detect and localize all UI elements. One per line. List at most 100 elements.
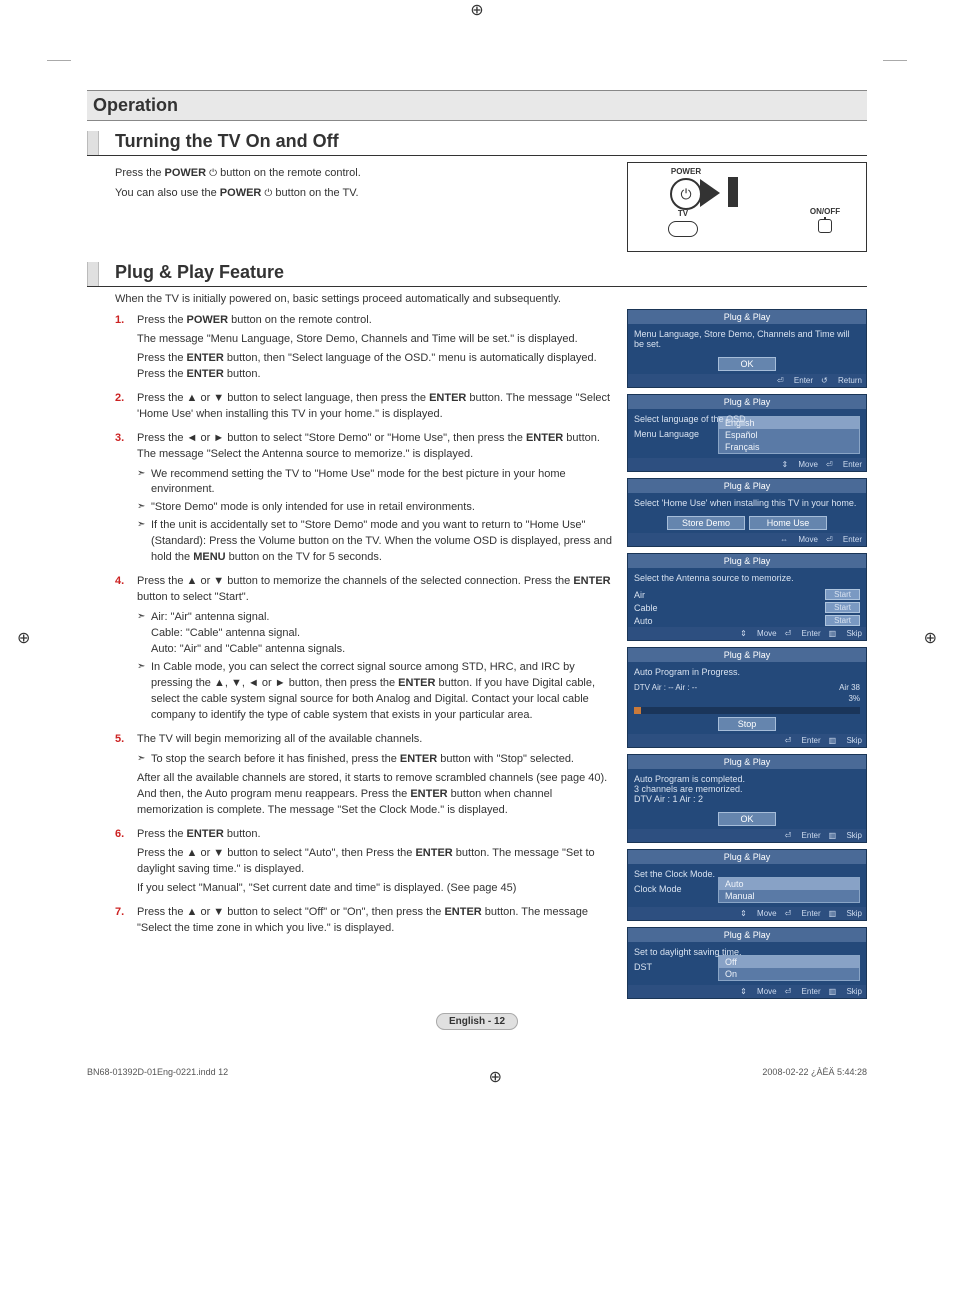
remote-power-label: POWER xyxy=(656,167,716,176)
step-line: Press the ▲ or ▼ button to select "Auto"… xyxy=(137,846,615,878)
plugplay-intro: When the TV is initially powered on, bas… xyxy=(115,293,867,305)
step-number: 6. xyxy=(115,827,124,843)
step-line: Press the ◄ or ► button to select "Store… xyxy=(137,431,615,463)
heading-plug-play: Plug & Play Feature xyxy=(87,262,867,287)
onoff-button-icon xyxy=(818,219,832,233)
osd-skip: ▥ Skip xyxy=(829,831,862,840)
osd-enter: ⏎ Enter xyxy=(785,831,821,840)
arrow-item: To stop the search before it has finishe… xyxy=(137,752,615,768)
remote-bar-icon xyxy=(728,177,738,207)
page-content: ⊕ ⊕ Operation Turning the TV On and Off … xyxy=(87,48,867,1087)
osd-title: Plug & Play xyxy=(628,928,866,942)
step-line: Press the ENTER button. xyxy=(137,827,615,843)
start-button[interactable]: Start xyxy=(825,615,860,626)
arrow-item: "Store Demo" mode is only intended for u… xyxy=(137,500,615,516)
osd-progress: Plug & Play Auto Program in Progress. DT… xyxy=(627,647,867,748)
step: 5. The TV will begin memorizing all of th… xyxy=(115,732,615,820)
arrow-list: Air: "Air" antenna signal.Cable: "Cable"… xyxy=(137,610,615,724)
turning-tv-body: Press the POWER ⏻ button on the remote c… xyxy=(87,162,615,252)
osd-msg: Auto Program is completed. 3 channels ar… xyxy=(628,769,866,809)
step-number: 5. xyxy=(115,732,124,748)
dst-on[interactable]: On xyxy=(719,968,859,980)
osd-move: ⇕ Move xyxy=(740,629,777,638)
remote-onoff-label: ON/OFF xyxy=(800,207,850,216)
osd-title: Plug & Play xyxy=(628,479,866,493)
dst-options[interactable]: Off On xyxy=(718,955,860,981)
step-line: Press the ENTER button, then "Select lan… xyxy=(137,351,615,383)
start-button[interactable]: Start xyxy=(825,589,860,600)
plugplay-body: 1. Press the POWER button on the remote c… xyxy=(87,309,615,999)
step-line: The message "Menu Language, Store Demo, … xyxy=(137,332,615,348)
ant-air: Air xyxy=(634,590,645,600)
osd-move: ⇔ Move xyxy=(780,535,818,544)
lang-english[interactable]: English xyxy=(719,417,859,429)
osd-return: ↺ Return xyxy=(821,376,862,385)
lang-espanol[interactable]: Español xyxy=(719,429,859,441)
ok-button[interactable]: OK xyxy=(718,812,776,826)
clock-auto[interactable]: Auto xyxy=(719,878,859,890)
language-options[interactable]: English Español Français xyxy=(718,416,860,454)
prog-pct: 3% xyxy=(848,694,860,703)
step-line: The TV will begin memorizing all of the … xyxy=(137,732,615,748)
print-crosshair-left: ⊕ xyxy=(17,628,30,648)
step: 1. Press the POWER button on the remote c… xyxy=(115,313,615,383)
ant-auto: Auto xyxy=(634,616,653,626)
print-crosshair-right: ⊕ xyxy=(924,628,937,648)
step: 7.Press the ▲ or ▼ button to select "Off… xyxy=(115,905,615,937)
arrow-item: If the unit is accidentally set to "Stor… xyxy=(137,518,615,566)
clock-options[interactable]: Auto Manual xyxy=(718,877,860,903)
step-line: Press the POWER button on the remote con… xyxy=(137,313,615,329)
lang-francais[interactable]: Français xyxy=(719,441,859,453)
osd-skip: ▥ Skip xyxy=(829,629,862,638)
arrow-item: Air: "Air" antenna signal.Cable: "Cable"… xyxy=(137,610,615,658)
step-line: Press the ▲ or ▼ button to memorize the … xyxy=(137,574,615,606)
store-demo-button[interactable]: Store Demo xyxy=(667,516,745,530)
remote-tv-label: TV xyxy=(658,209,708,218)
power-word: POWER xyxy=(165,167,207,179)
ok-button[interactable]: OK xyxy=(718,357,776,371)
step: 2.Press the ▲ or ▼ button to select lang… xyxy=(115,391,615,423)
intro-a2-post: button on the TV. xyxy=(272,187,358,199)
indd-name: BN68-01392D-01Eng-0221.indd 12 xyxy=(87,1067,228,1087)
osd-msg: Auto Program in Progress. xyxy=(628,662,866,682)
osd-move: ⇕ Move xyxy=(781,460,818,469)
osd-skip: ▥ Skip xyxy=(829,987,862,996)
step-number: 2. xyxy=(115,391,124,407)
osd-msg: Select the Antenna source to memorize. xyxy=(628,568,866,588)
step-number: 1. xyxy=(115,313,124,329)
osd-initial: Plug & Play Menu Language, Store Demo, C… xyxy=(627,309,867,388)
osd-title: Plug & Play xyxy=(628,310,866,324)
page-number-pill: English - 12 xyxy=(436,1013,518,1030)
page-footer: English - 12 xyxy=(87,1015,867,1027)
dst-off[interactable]: Off xyxy=(719,956,859,968)
step-after: After all the available channels are sto… xyxy=(137,771,615,819)
osd-enter: ⏎ Enter xyxy=(785,736,821,745)
power-icon: ⏻ xyxy=(209,168,217,179)
steps-list: 1. Press the POWER button on the remote c… xyxy=(115,313,615,937)
clock-manual[interactable]: Manual xyxy=(719,890,859,902)
osd-language: Plug & Play Select language of the OSD. … xyxy=(627,394,867,472)
osd-antenna: Plug & Play Select the Antenna source to… xyxy=(627,553,867,641)
print-meta: BN68-01392D-01Eng-0221.indd 12 ⊕ 2008-02… xyxy=(87,1067,867,1087)
osd-title: Plug & Play xyxy=(628,755,866,769)
step-number: 7. xyxy=(115,905,124,921)
osd-homeuse: Plug & Play Select 'Home Use' when insta… xyxy=(627,478,867,547)
step-line: If you select "Manual", "Set current dat… xyxy=(137,881,615,897)
start-button[interactable]: Start xyxy=(825,602,860,613)
osd-enter: ⏎ Enter xyxy=(785,629,821,638)
tv-button-icon xyxy=(668,221,698,237)
home-use-button[interactable]: Home Use xyxy=(749,516,827,530)
osd-msg: Menu Language, Store Demo, Channels and … xyxy=(628,324,866,354)
osd-title: Plug & Play xyxy=(628,554,866,568)
step-number: 3. xyxy=(115,431,124,447)
stop-button[interactable]: Stop xyxy=(718,717,776,731)
mute-triangle-icon xyxy=(700,179,720,207)
print-crosshair-top: ⊕ xyxy=(0,0,954,20)
print-crosshair-bottom: ⊕ xyxy=(489,1067,502,1087)
osd-enter: ⏎ Enter xyxy=(826,535,862,544)
step-number: 4. xyxy=(115,574,124,590)
osd-clockmode: Plug & Play Set the Clock Mode. Clock Mo… xyxy=(627,849,867,921)
complete-l2: 3 channels are memorized. xyxy=(634,784,860,794)
intro-a2-pre: You can also use the xyxy=(115,187,220,199)
complete-l3: DTV Air : 1 Air : 2 xyxy=(634,794,860,804)
